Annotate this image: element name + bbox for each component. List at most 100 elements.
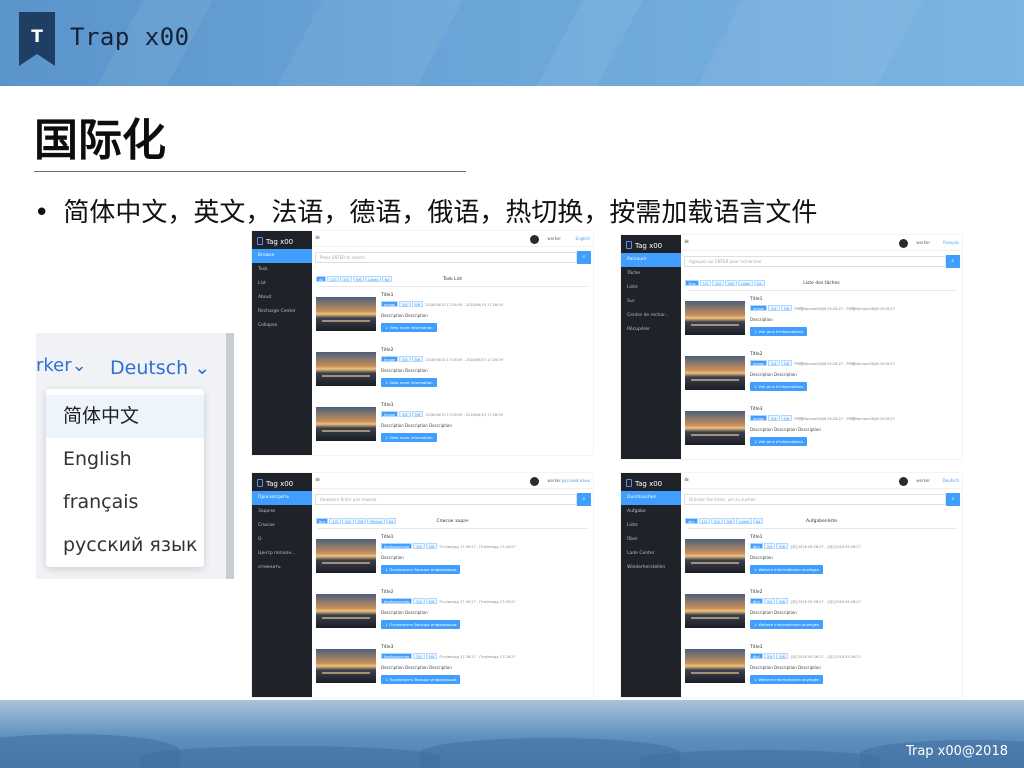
task-tag: Image xyxy=(750,360,767,366)
task-thumbnail xyxy=(685,649,745,683)
sidebar-item[interactable]: отменить xyxy=(252,561,312,575)
task-thumbnail xyxy=(316,649,376,683)
view-more-button[interactable]: ↓ Weitere Informationen anzeigen xyxy=(750,620,824,629)
view-more-button[interactable]: ↓ Weitere Informationen anzeigen xyxy=(750,565,824,574)
top-bar: ≡ worker français xyxy=(681,235,962,251)
task-date: 2018/06/15 17:26:09 - 2018/06/15 17:26:0… xyxy=(425,413,503,417)
task-tag: 5/6 xyxy=(425,598,438,604)
task-description: Description Description xyxy=(381,368,428,373)
sidebar-item[interactable]: About xyxy=(252,291,312,305)
user-menu[interactable]: worker xyxy=(916,478,930,483)
user-menu[interactable]: worker xyxy=(547,236,561,241)
sidebar-item[interactable]: Collapse xyxy=(252,319,312,333)
task-title: Title1 xyxy=(750,297,763,302)
sidebar-item[interactable]: Liste xyxy=(621,519,681,533)
language-option-ru[interactable]: русский язык xyxy=(46,524,204,567)
search-input[interactable]: Drücken Sie Enter, um zu suchen xyxy=(684,494,946,505)
task-tag: 3/4 xyxy=(413,543,425,549)
task-meta: Bild 3/4 5/6 {@}2018 05:26:27 - {@}2018 05… xyxy=(750,653,861,659)
header-banner: T Trap x00 xyxy=(0,0,1024,86)
search-icon[interactable]: ⌕ xyxy=(946,493,960,506)
language-selector[interactable]: français xyxy=(943,240,959,245)
scrollbar[interactable] xyxy=(226,333,234,579)
search-input[interactable]: Нажмите Enter для поиска xyxy=(315,494,577,505)
view-more-button[interactable]: ↓ Посмотреть больше информации xyxy=(381,565,461,574)
task-item: Title2 Image 3/4 5/6 2018/06/15 17:26:09 - … xyxy=(316,346,588,396)
language-option-zh[interactable]: 简体中文 xyxy=(46,395,204,438)
avatar[interactable] xyxy=(530,477,539,486)
divider xyxy=(687,528,957,529)
sidebar-item[interactable]: Récupérer xyxy=(621,323,681,337)
user-dropdown[interactable]: rker⌄ xyxy=(36,355,87,376)
slide-title: 国际化 xyxy=(34,115,166,166)
sidebar-item[interactable]: Task xyxy=(252,263,312,277)
sidebar-item[interactable]: Parcourir xyxy=(621,253,681,267)
user-menu[interactable]: worker xyxy=(916,240,930,245)
sidebar-item[interactable]: Wiederherstellen xyxy=(621,561,681,575)
bullet-point: • 简体中文，英文，法语，德语，俄语，热切换，按需加载语言文件 xyxy=(34,192,817,229)
sidebar-item[interactable]: List xyxy=(252,277,312,291)
language-selector[interactable]: Deutsch ⌄ xyxy=(110,357,210,379)
task-description: Description Description Description xyxy=(381,423,452,428)
avatar[interactable] xyxy=(899,239,908,248)
sidebar-item[interactable]: Tâche xyxy=(621,267,681,281)
sidebar-item[interactable]: Aufgabe xyxy=(621,505,681,519)
user-menu[interactable]: worker xyxy=(547,478,561,483)
sidebar-item[interactable]: Durchsuchen xyxy=(621,491,681,505)
task-item: Title3 Image 3/4 5/6 PM暗Mpmpm06/J6 05:26:27… xyxy=(685,405,957,455)
language-option-en[interactable]: English xyxy=(46,438,204,481)
task-tag: 3/4 xyxy=(767,360,780,366)
sidebar-item[interactable]: Список xyxy=(252,519,312,533)
sidebar-item[interactable]: Lade Center xyxy=(621,547,681,561)
avatar[interactable] xyxy=(899,477,908,486)
search-icon[interactable]: ⌕ xyxy=(946,255,960,268)
logo-letter: T xyxy=(31,27,43,47)
task-tag: Image xyxy=(750,415,767,421)
language-option-fr[interactable]: français xyxy=(46,481,204,524)
sidebar-item[interactable]: Browse xyxy=(252,249,312,263)
sidebar-item[interactable]: Просмотреть xyxy=(252,491,312,505)
view-more-button[interactable]: ↓ View more information xyxy=(381,378,437,387)
avatar[interactable] xyxy=(530,235,539,244)
language-selector[interactable]: Deutsch xyxy=(943,478,959,483)
search-input[interactable]: Appuyez sur ENTER pour rechercher xyxy=(684,256,946,267)
sidebar-item[interactable]: Sur xyxy=(621,295,681,309)
sidebar-item[interactable]: Über xyxy=(621,533,681,547)
sidebar-item[interactable]: Recharge Center xyxy=(252,305,312,319)
language-selector[interactable]: русский язык xyxy=(562,478,590,483)
app-brand: Tag x00 xyxy=(626,479,662,488)
task-date: PM暗Mpmpm06/J6 05:26:27 - PM暗Mpmpm06/J6 0… xyxy=(794,362,896,366)
view-more-button[interactable]: ↓ Weitere Informationen anzeigen xyxy=(750,675,824,684)
filter-tags: Alle 1/2 3/4 5/6 Label Ka xyxy=(685,508,764,527)
bookmark-badge-icon: T xyxy=(19,12,55,66)
hamburger-icon[interactable]: ≡ xyxy=(315,476,320,483)
sidebar-item[interactable]: О xyxy=(252,533,312,547)
view-more-button[interactable]: ↓ Посмотреть больше информации xyxy=(381,675,461,684)
search-icon[interactable]: ⌕ xyxy=(577,251,591,264)
task-tag: 3/4 xyxy=(767,305,780,311)
view-more-button[interactable]: ↓ View more information xyxy=(381,433,437,442)
sidebar-item[interactable]: Центр пополн... xyxy=(252,547,312,561)
view-more-button[interactable]: ↓ Voir plus d'informations xyxy=(750,382,808,391)
sidebar-item[interactable]: Centre de rechar... xyxy=(621,309,681,323)
task-thumbnail xyxy=(316,539,376,573)
task-meta: Image 3/4 5/6 2018/06/15 17:26:09 - 2018/0… xyxy=(381,411,503,417)
filter-tags: All 1/2 3/4 5/6 Label Ka xyxy=(316,266,393,285)
task-date: 2018/06/15 17:26:09 - 2018/06/15 17:26:0… xyxy=(425,303,503,307)
language-selector[interactable]: English xyxy=(576,236,590,241)
search-input[interactable]: Press ENTER to search xyxy=(315,252,577,263)
hamburger-icon[interactable]: ≡ xyxy=(684,476,689,483)
language-dropdown-zoom: rker⌄ Deutsch ⌄ 简体中文 English français ру… xyxy=(36,333,234,579)
sidebar-menu: Parcourir Tâche Liste Sur Centre de rechar..… xyxy=(621,253,681,337)
task-meta: Изображения 3/4 5/6 Птп/мм/дд 17:26:27 - П… xyxy=(381,598,516,604)
view-more-button[interactable]: ↓ Voir plus d'informations xyxy=(750,327,808,336)
hamburger-icon[interactable]: ≡ xyxy=(684,238,689,245)
sidebar-item[interactable]: Задачи xyxy=(252,505,312,519)
view-more-button[interactable]: ↓ Посмотреть больше информации xyxy=(381,620,461,629)
task-description: Description xyxy=(381,555,404,560)
sidebar-item[interactable]: Liste xyxy=(621,281,681,295)
hamburger-icon[interactable]: ≡ xyxy=(315,234,320,241)
search-icon[interactable]: ⌕ xyxy=(577,493,591,506)
view-more-button[interactable]: ↓ View more information xyxy=(381,323,437,332)
view-more-button[interactable]: ↓ Voir plus d'informations xyxy=(750,437,808,446)
